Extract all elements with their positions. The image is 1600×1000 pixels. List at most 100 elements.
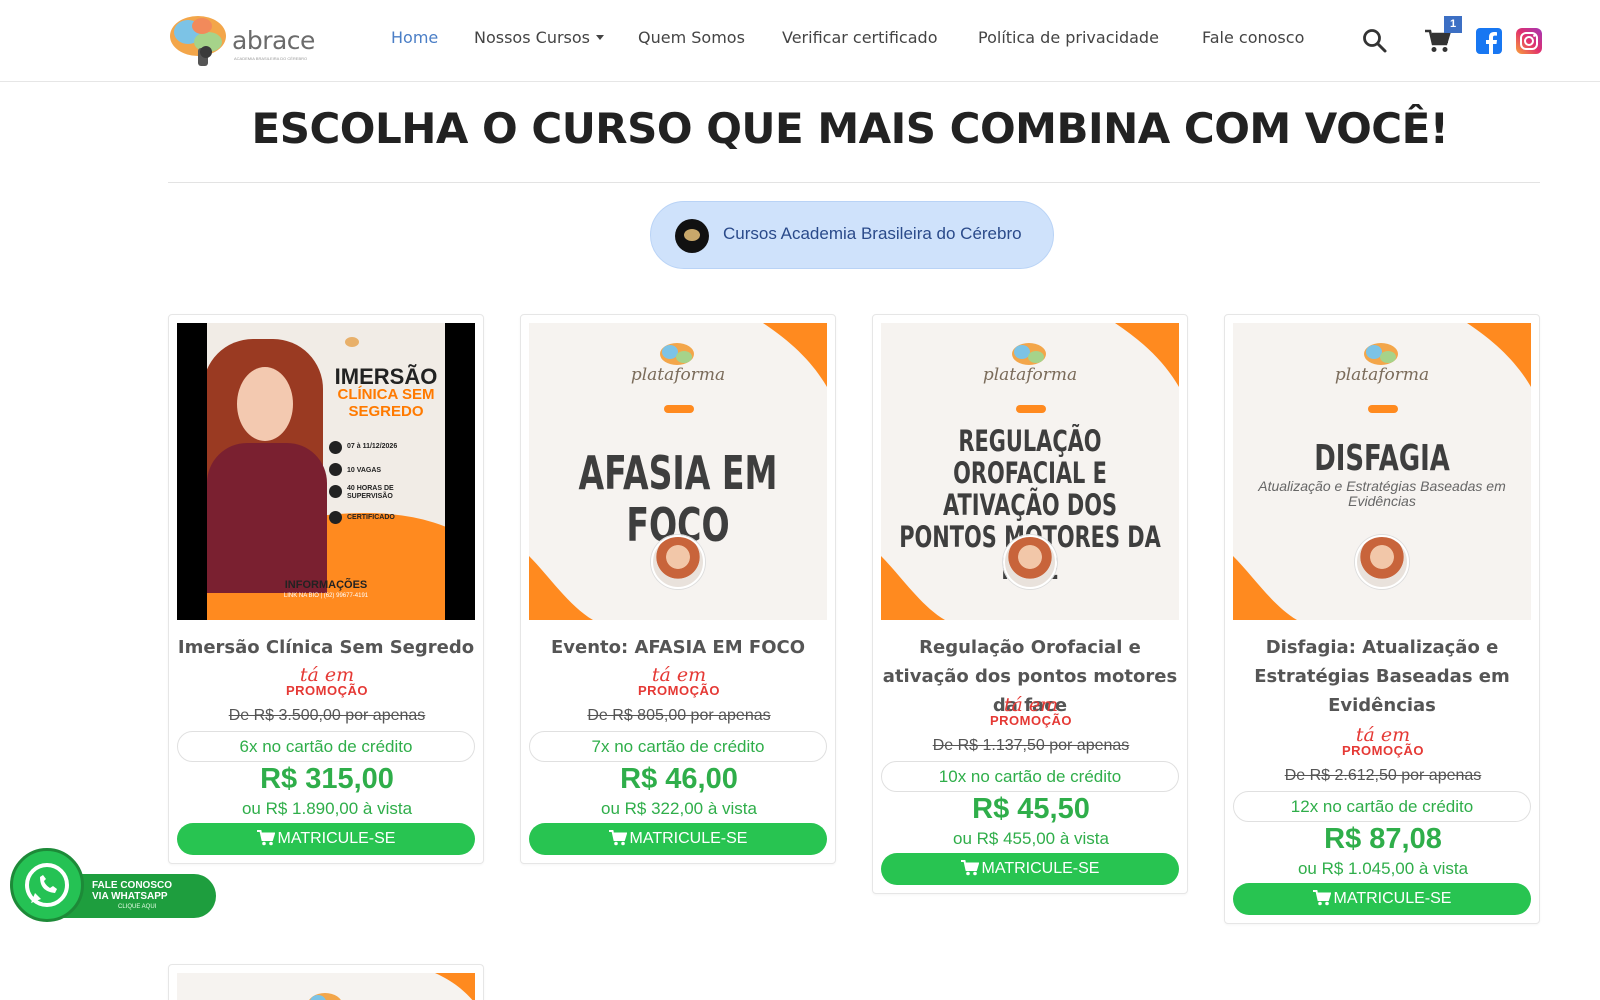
decor-shape [529, 556, 593, 620]
instagram-icon[interactable] [1516, 28, 1542, 54]
image-tag [1368, 405, 1398, 413]
old-price: De R$ 1.137,50 por apenas [932, 737, 1130, 754]
enroll-button[interactable]: MATRICULE-SE [177, 823, 475, 855]
brand-tagline: ACADEMIA BRASILEIRA DO CÉREBRO [234, 56, 308, 61]
whatsapp-label: FALE CONOSCO VIA WHATSAPP [92, 880, 172, 902]
enroll-button[interactable]: MATRICULE-SE [1233, 883, 1531, 915]
enroll-label: MATRICULE-SE [1333, 890, 1452, 907]
cart-icon [1312, 890, 1331, 906]
enroll-label: MATRICULE-SE [981, 860, 1100, 877]
brand-logo[interactable]: abrace ACADEMIA BRASILEIRA DO CÉREBRO [168, 12, 315, 68]
whatsapp-icon [10, 848, 84, 922]
whatsapp-line2: VIA WHATSAPP [92, 891, 168, 902]
course-image[interactable]: IMERSÃO CLÍNICA SEM SEGREDO 07 à 11/12/2… [177, 323, 475, 620]
enroll-button[interactable]: MATRICULE-SE [529, 823, 827, 855]
price: R$ 46,00 [620, 763, 738, 795]
instructor-avatar [651, 535, 705, 589]
course-image[interactable]: plataforma DISFAGIA Atualização e Estrat… [1233, 323, 1531, 620]
course-card[interactable]: plataforma AFASIA EM FOCO Evento: AFASIA… [520, 314, 836, 864]
brain-logo-icon [170, 16, 226, 66]
course-image[interactable]: plataforma REGULAÇÃO OROFACIAL E ATIVAÇÃ… [881, 323, 1179, 620]
cart-icon [256, 830, 275, 846]
divider [168, 182, 1540, 183]
brain-logo-icon [345, 337, 359, 347]
installments: 12x no cartão de crédito [1233, 791, 1531, 822]
promo-line2: PROMOÇÃO [1342, 743, 1424, 758]
course-card[interactable] [168, 964, 484, 1000]
promo-badge: tá em PROMOÇÃO [169, 664, 485, 698]
image-brand: plataforma [982, 365, 1078, 385]
old-price: De R$ 3.500,00 por apenas [228, 707, 426, 724]
instructor-avatar [1355, 535, 1409, 589]
nav-politica-privacidade[interactable]: Política de privacidade [978, 28, 1159, 54]
image-vacancies: 10 VAGAS [347, 467, 382, 474]
search-icon[interactable] [1362, 28, 1388, 54]
promo-line2: PROMOÇÃO [286, 683, 368, 698]
enroll-button[interactable]: MATRICULE-SE [881, 853, 1179, 885]
nav-nossos-cursos[interactable]: Nossos Cursos [474, 28, 604, 54]
cart-icon [960, 860, 979, 876]
promo-badge: tá em PROMOÇÃO [873, 696, 1189, 728]
whatsapp-contact-button[interactable]: FALE CONOSCO VIA WHATSAPP CLIQUE AQUI [10, 848, 216, 922]
calendar-icon [329, 441, 342, 454]
promo-line1: tá em [299, 664, 355, 686]
nav-verificar-certificado[interactable]: Verificar certificado [782, 28, 937, 54]
course-title[interactable]: Evento: AFASIA EM FOCO [525, 633, 831, 662]
academy-logo-icon [675, 219, 709, 253]
image-tag [1016, 405, 1046, 413]
promo-line1: tá em [1355, 724, 1411, 746]
brain-logo-icon [309, 993, 341, 1000]
course-card[interactable]: plataforma DISFAGIA Atualização e Estrat… [1224, 314, 1540, 924]
promo-line1: tá em [651, 664, 707, 686]
image-hours: 40 HORAS DE SUPERVISÃO [347, 485, 394, 500]
cash-price: ou R$ 455,00 à vista [953, 829, 1109, 848]
decor-shape [435, 973, 475, 1000]
category-label: Cursos Academia Brasileira do Cérebro [723, 224, 1022, 243]
cash-price: ou R$ 322,00 à vista [601, 799, 757, 818]
course-title[interactable]: Imersão Clínica Sem Segredo [173, 633, 479, 662]
chevron-down-icon [596, 35, 604, 40]
promo-badge: tá em PROMOÇÃO [1225, 724, 1541, 758]
image-title: IMERSÃO [334, 364, 438, 389]
promo-line2: PROMOÇÃO [638, 683, 720, 698]
course-card[interactable]: IMERSÃO CLÍNICA SEM SEGREDO 07 à 11/12/2… [168, 314, 484, 864]
category-filter-pill[interactable]: Cursos Academia Brasileira do Cérebro [650, 201, 1054, 269]
image-cert: CERTIFICADO [347, 514, 395, 521]
installments: 6x no cartão de crédito [177, 731, 475, 762]
cart-count-badge: 1 [1444, 16, 1462, 33]
whatsapp-line1: FALE CONOSCO [92, 880, 173, 891]
whatsapp-cta: CLIQUE AQUI [118, 904, 157, 910]
instructor-avatar [1003, 535, 1057, 589]
enroll-label: MATRICULE-SE [277, 830, 396, 847]
cash-price: ou R$ 1.890,00 à vista [241, 799, 413, 818]
nav-fale-conosco[interactable]: Fale conosco [1202, 28, 1304, 54]
facebook-icon[interactable] [1476, 28, 1502, 54]
top-navbar: abrace ACADEMIA BRASILEIRA DO CÉREBRO Ho… [0, 0, 1600, 82]
enroll-label: MATRICULE-SE [629, 830, 748, 847]
image-subtitle: Atualização e Estratégias Baseadas em Ev… [1258, 478, 1506, 509]
nav-home[interactable]: Home [391, 28, 438, 54]
image-tag [664, 405, 694, 413]
price: R$ 45,50 [972, 793, 1090, 825]
course-image[interactable] [177, 973, 475, 1000]
image-subtitle: CLÍNICA SEM SEGREDO [337, 386, 435, 420]
old-price: De R$ 2.612,50 por apenas [1284, 767, 1482, 784]
image-brand: plataforma [630, 365, 726, 385]
course-title[interactable]: Disfagia: Atualização e Estratégias Base… [1229, 633, 1535, 720]
promo-badge: tá em PROMOÇÃO [521, 664, 837, 698]
clock-icon [329, 485, 342, 498]
course-image[interactable]: plataforma AFASIA EM FOCO [529, 323, 827, 620]
image-brand: plataforma [1334, 365, 1430, 385]
nav-nossos-cursos-label: Nossos Cursos [474, 28, 590, 47]
image-info-heading: INFORMAÇÕES [284, 579, 368, 591]
page-title: ESCOLHA O CURSO QUE MAIS COMBINA COM VOC… [251, 104, 1449, 153]
certificate-icon [329, 511, 342, 524]
image-contact: LINK NA BIO | (62) 99677-4191 [283, 593, 369, 599]
cash-price: ou R$ 1.045,00 à vista [1297, 859, 1469, 878]
installments: 10x no cartão de crédito [881, 761, 1179, 792]
nav-quem-somos[interactable]: Quem Somos [638, 28, 745, 54]
brand-name: abrace [232, 26, 315, 55]
course-card[interactable]: plataforma REGULAÇÃO OROFACIAL E ATIVAÇÃ… [872, 314, 1188, 894]
old-price: De R$ 805,00 por apenas [587, 707, 771, 724]
decor-shape [1233, 556, 1297, 620]
